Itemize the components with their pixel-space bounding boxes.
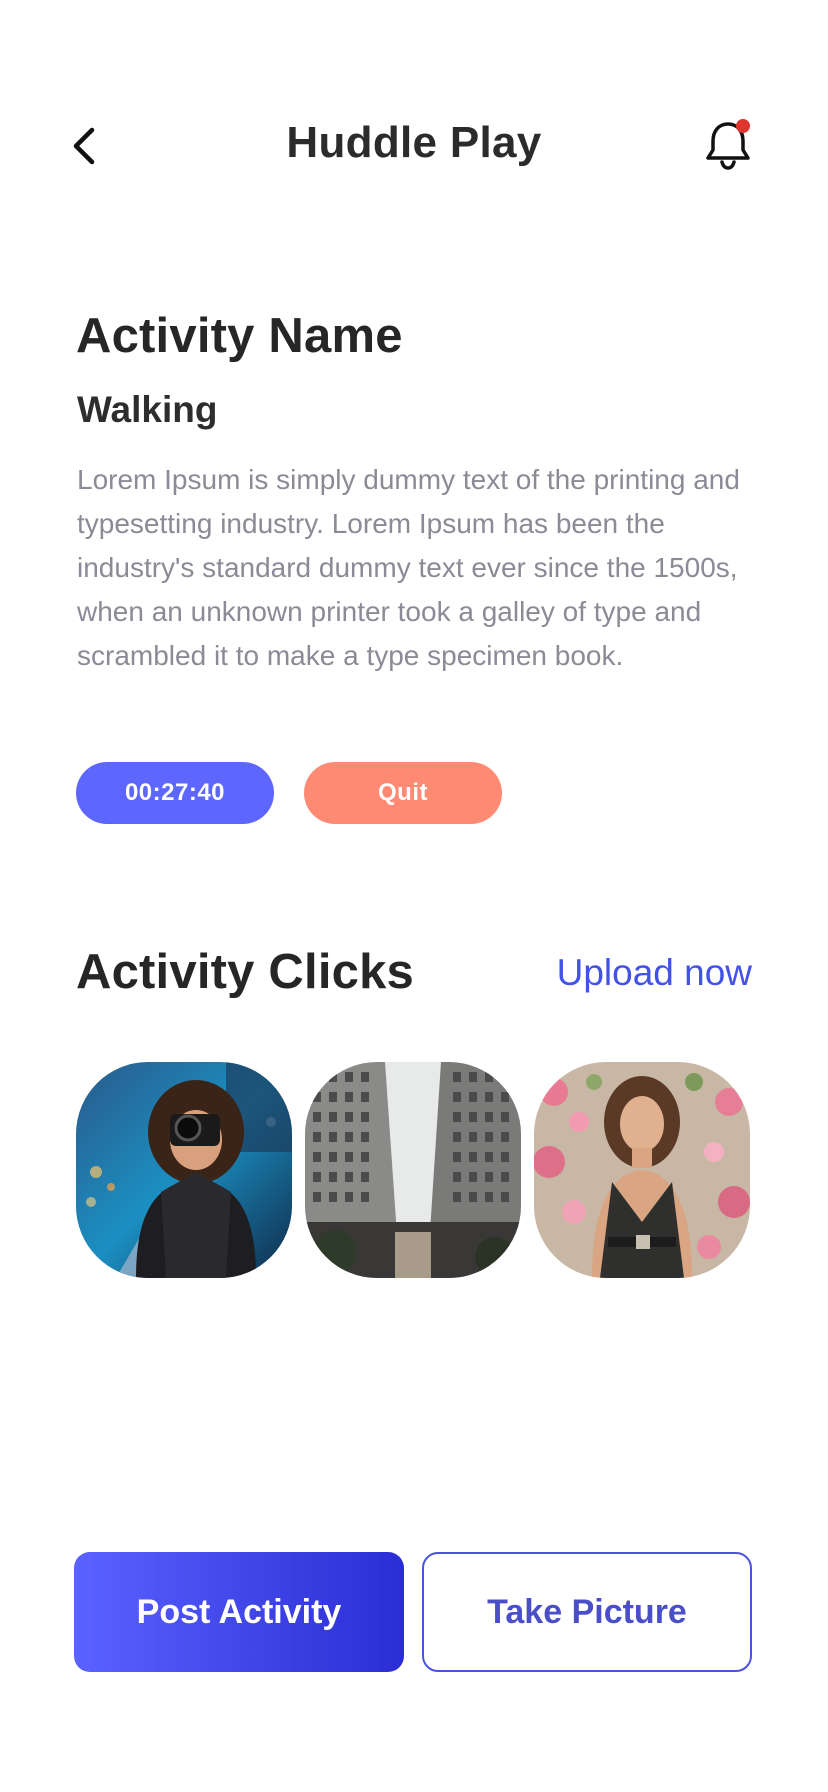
activity-photo-woman-camera[interactable] <box>76 1062 292 1278</box>
activity-description: Lorem Ipsum is simply dummy text of the … <box>77 464 740 671</box>
timer-button[interactable]: 00:27:40 <box>76 762 274 824</box>
activity-section-title: Activity Name <box>76 309 403 363</box>
clicks-section-title: Activity Clicks <box>76 945 414 999</box>
notification-dot <box>736 119 750 133</box>
activity-photo-city-buildings[interactable] <box>305 1062 521 1278</box>
app-header: Huddle Play <box>0 108 828 182</box>
take-picture-button[interactable]: Take Picture <box>422 1552 752 1672</box>
notifications-button[interactable] <box>700 116 756 172</box>
activity-name: Walking <box>77 389 218 430</box>
post-activity-button[interactable]: Post Activity <box>74 1552 404 1672</box>
upload-now-link[interactable]: Upload now <box>557 952 752 994</box>
activity-photo-woman-flowers[interactable] <box>534 1062 750 1278</box>
quit-button[interactable]: Quit <box>304 762 502 824</box>
bell-icon <box>706 119 750 170</box>
